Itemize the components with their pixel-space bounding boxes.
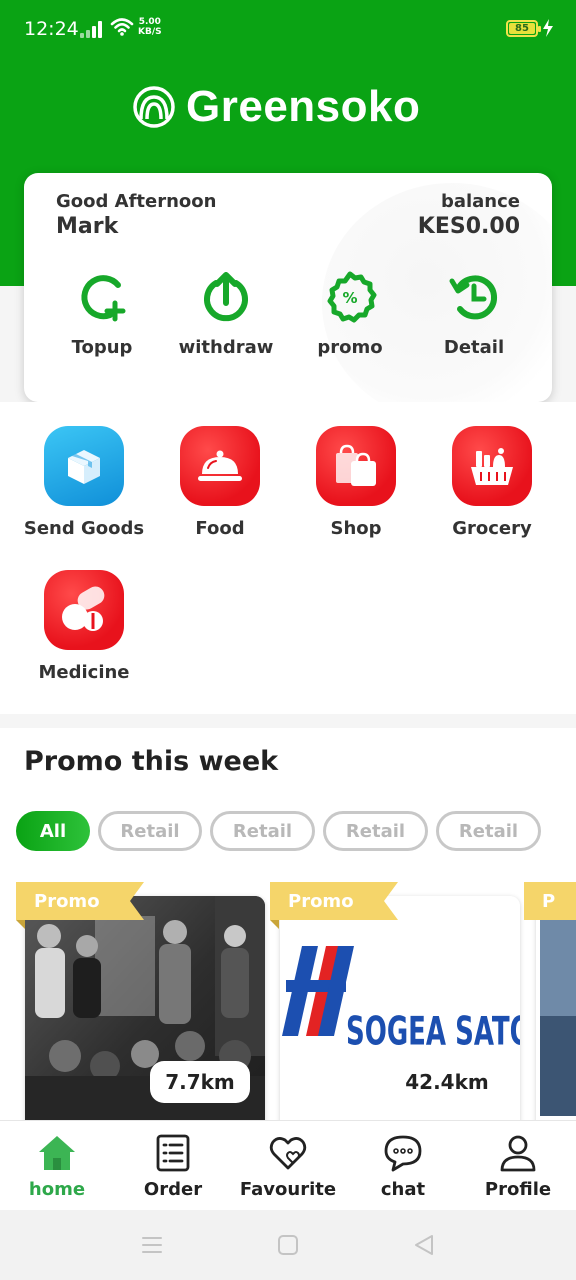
battery-level: 85 [509, 23, 535, 34]
network-speed-unit: KB/S [138, 27, 162, 37]
promo-tag-label: Promo [288, 890, 354, 912]
app-logo: Greensoko [132, 82, 420, 132]
shop-tile [316, 426, 396, 506]
filter-chip-retail[interactable]: Retail [98, 811, 202, 851]
user-name: Mark [56, 214, 119, 239]
filter-chip-retail[interactable]: Retail [210, 811, 315, 851]
service-shop[interactable]: Shop [288, 426, 424, 539]
distance-badge: 42.4km [405, 1070, 489, 1094]
food-tile [180, 426, 260, 506]
signal-icon [80, 20, 104, 38]
promo-label: promo [317, 337, 383, 358]
nav-label: chat [380, 1179, 426, 1200]
app-name: Greensoko [186, 82, 421, 131]
nav-favourite[interactable]: Favourite [233, 1133, 343, 1200]
filter-chip-all[interactable]: All [16, 811, 90, 851]
service-label: Grocery [452, 518, 532, 539]
medicine-tile [44, 570, 124, 650]
battery-icon: 85 [506, 20, 541, 37]
filter-chip-retail[interactable]: Retail [436, 811, 541, 851]
withdraw-label: withdraw [178, 337, 274, 358]
history-icon [449, 275, 497, 320]
service-send-goods[interactable]: Send Goods [16, 426, 152, 539]
nav-label: home [28, 1179, 86, 1200]
bottom-navigation: home Order Favourite chat Profile [0, 1120, 576, 1210]
chat-bubble-icon [384, 1135, 422, 1172]
nav-order[interactable]: Order [118, 1133, 228, 1200]
grocery-tile [452, 426, 532, 506]
promo-title: Promo this week [24, 746, 279, 777]
promo-card[interactable] [536, 896, 576, 1120]
topup-label: Topup [71, 337, 133, 358]
greeting-text: Good Afternoon [56, 191, 217, 212]
status-bar: 12:24 5.00 KB/S 85 [0, 0, 576, 58]
menu-icon[interactable] [140, 1234, 164, 1256]
system-navigation-bar [0, 1210, 576, 1280]
service-food[interactable]: Food [152, 426, 288, 539]
withdraw-button[interactable]: withdraw [166, 269, 286, 358]
promo-tag-fold [16, 920, 25, 929]
promo-section: Promo this week All Retail Retail Retail… [0, 728, 576, 1120]
nav-chat[interactable]: chat [348, 1133, 458, 1200]
heart-icon [269, 1137, 307, 1170]
promo-tag-label: Promo [34, 890, 100, 912]
promo-tag: Promo [270, 882, 398, 929]
shopping-bags-icon [336, 444, 376, 486]
withdraw-icon [204, 272, 248, 322]
food-cloche-icon [198, 450, 242, 481]
services-grid: Send Goods Food Shop Grocery Medicine [0, 402, 576, 714]
nav-label: Profile [484, 1179, 552, 1200]
topup-button[interactable]: Topup [42, 269, 162, 358]
order-list-icon [156, 1134, 190, 1172]
promo-tag-label: P [542, 890, 556, 912]
service-label: Medicine [38, 662, 130, 683]
network-speed: 5.00 KB/S [138, 17, 162, 37]
card-brand-text: SOGEA SATOM [346, 1010, 520, 1055]
back-icon[interactable] [412, 1234, 436, 1256]
detail-button[interactable]: Detail [414, 269, 534, 358]
user-icon [500, 1135, 536, 1172]
charging-icon [543, 19, 553, 37]
nav-profile[interactable]: Profile [463, 1133, 573, 1200]
nav-home[interactable]: home [2, 1133, 112, 1200]
balance-value: KES0.00 [417, 214, 520, 239]
package-icon [68, 450, 100, 484]
balance-card: Good Afternoon Mark balance KES0.00 Topu… [24, 173, 552, 402]
status-time: 12:24 [24, 18, 79, 40]
nav-label: Favourite [239, 1179, 337, 1200]
promo-badge-icon: % [327, 271, 377, 323]
promo-tag: P [524, 882, 576, 920]
promo-tag: Promo [16, 882, 144, 929]
nav-label: Order [143, 1179, 203, 1200]
send-goods-tile [44, 426, 124, 506]
pills-icon [62, 586, 105, 631]
detail-label: Detail [443, 337, 505, 358]
network-speed-value: 5.00 [138, 17, 161, 27]
balance-label: balance [440, 191, 520, 212]
promo-button[interactable]: % promo [290, 269, 410, 358]
svg-text:%: % [342, 289, 357, 307]
service-grocery[interactable]: Grocery [424, 426, 560, 539]
filter-chip-retail[interactable]: Retail [323, 811, 428, 851]
service-label: Food [195, 518, 245, 539]
promo-tag-fold [270, 920, 279, 929]
home-square-icon[interactable] [276, 1234, 300, 1256]
topup-icon [81, 275, 126, 322]
grocery-basket-icon [471, 448, 513, 485]
service-label: Shop [330, 518, 382, 539]
home-icon [39, 1136, 75, 1170]
service-medicine[interactable]: Medicine [16, 570, 152, 683]
service-label: Send Goods [23, 518, 145, 539]
wifi-icon [110, 18, 134, 36]
greensoko-logo-icon [133, 86, 175, 128]
promo-card-image [536, 896, 576, 1120]
distance-badge: 7.7km [150, 1061, 250, 1103]
